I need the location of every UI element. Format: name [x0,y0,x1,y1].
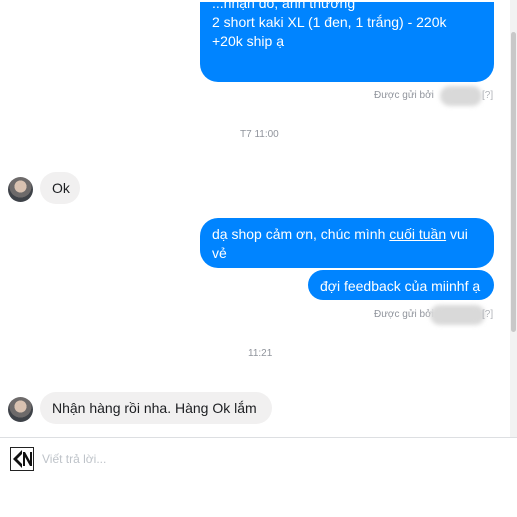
incoming-message-received: Nhận hàng rồi nha. Hàng Ok lắm [40,392,272,424]
outgoing-message-thanks: dạ shop cảm ơn, chúc mình cuối tuần vui … [200,218,494,268]
thanks-link-weekend[interactable]: cuối tuần [389,226,446,242]
scrollbar-track[interactable] [510,0,517,437]
timestamp: T7 11:00 [240,129,279,140]
scrollbar-thumb[interactable] [511,32,516,332]
sent-by-label: Được gửi bởi [374,309,434,320]
sent-by-help-link[interactable]: [?] [482,90,493,101]
divider [0,437,517,438]
sender-name-blurred [440,86,482,106]
sent-by-help-link[interactable]: [?] [482,309,493,320]
thanks-text-2: vui [446,226,468,242]
incoming-message-ok: Ok [40,172,80,204]
page-logo-icon [10,447,34,471]
thanks-text-3: vẻ [212,245,227,261]
outgoing-message-order: ...nhận đồ, anh thương 2 short kaki XL (… [200,0,494,82]
thanks-text-1: dạ shop cảm ơn, chúc mình [212,226,390,242]
avatar[interactable] [8,397,33,422]
avatar[interactable] [8,177,33,202]
outgoing-message-feedback: đợi feedback của miinhf ạ [308,270,494,300]
reply-input[interactable] [42,451,462,467]
sent-by-label: Được gửi bởi [374,90,434,101]
timestamp: 11:21 [248,348,273,359]
message-cut-line: ...nhận đồ, anh thương [212,0,356,11]
conversation-thread[interactable]: ...nhận đồ, anh thương 2 short kaki XL (… [0,0,517,437]
sender-name-blurred [430,305,485,325]
message-line-2: +20k ship ạ [212,33,284,49]
message-line-1: 2 short kaki XL (1 đen, 1 trắng) - 220k [212,14,447,30]
